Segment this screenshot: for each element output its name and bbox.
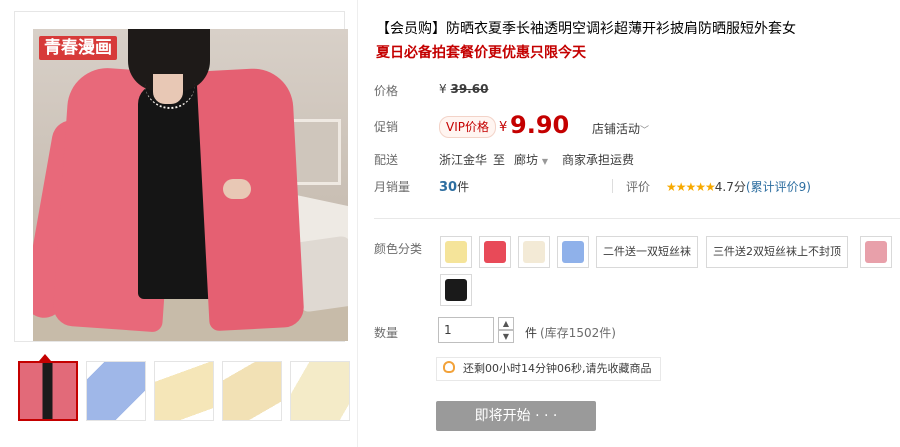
main-image-frame: 青春漫画 xyxy=(14,11,348,342)
store-activity-label: 店铺活动 xyxy=(592,122,641,136)
ship-from: 浙江金华 xyxy=(439,153,488,167)
color-option-blue[interactable] xyxy=(557,236,589,268)
chevron-down-icon: ▼ xyxy=(541,157,548,166)
delivery-label: 配送 xyxy=(374,153,399,167)
product-info-panel: 【会员购】防晒衣夏季长袖透明空调衫超薄开衫披肩防晒服短外套女 夏日必备拍套餐价更… xyxy=(374,0,900,447)
color-option-red[interactable] xyxy=(479,236,511,268)
sales-count: 30 xyxy=(439,180,458,195)
sales-unit: 件 xyxy=(457,180,470,194)
ship-to-city: 廊坊 xyxy=(514,153,539,167)
monthly-sales-label: 月销量 xyxy=(374,180,411,194)
thumbnail-2[interactable] xyxy=(86,361,146,421)
product-gallery: 青春漫画 xyxy=(0,0,357,447)
price-label: 价格 xyxy=(374,84,399,98)
promo-price: 9.90 xyxy=(510,111,570,139)
thumbnail-image xyxy=(155,362,213,420)
cardigan-right-panel xyxy=(196,66,305,332)
currency-symbol: ¥ xyxy=(439,82,447,96)
product-title: 【会员购】防晒衣夏季长袖透明空调衫超薄开衫披肩防晒服短外套女 xyxy=(376,21,796,37)
thumbnail-image xyxy=(291,362,349,420)
thumbnail-image xyxy=(87,362,145,420)
monthly-sales: 30件 xyxy=(439,178,469,195)
product-subtitle: 夏日必备拍套餐价更优惠只限今天 xyxy=(376,45,586,61)
thumbnail-image xyxy=(20,363,76,419)
section-divider xyxy=(374,218,900,219)
swatch-image xyxy=(865,241,887,263)
thumbnail-4[interactable] xyxy=(222,361,282,421)
countdown-text: 还剩00小时14分钟06秒,请先收藏商品 xyxy=(463,362,652,375)
shipping-note: 商家承担运费 xyxy=(562,153,635,167)
countdown-notice: 还剩00小时14分钟06秒,请先收藏商品 xyxy=(436,357,661,381)
bundle-option-2[interactable]: 二件送一双短丝袜 xyxy=(596,236,698,268)
swatch-image xyxy=(445,279,467,301)
stock-count: (库存1502件) xyxy=(540,326,616,340)
swatch-image xyxy=(484,241,506,263)
color-option-pink[interactable] xyxy=(860,236,892,268)
store-activity-dropdown[interactable]: 店铺活动﹀ xyxy=(592,120,649,137)
original-price-value: 39.60 xyxy=(450,82,489,96)
color-option-yellow[interactable] xyxy=(440,236,472,268)
swatch-image xyxy=(562,241,584,263)
main-product-image[interactable]: 青春漫画 xyxy=(33,29,348,341)
currency-symbol: ¥ xyxy=(499,120,508,135)
rating: ★★★★★4.7分(累计评价9) xyxy=(666,178,811,195)
swatch-image xyxy=(523,241,545,263)
thumbnail-strip xyxy=(14,354,357,427)
quantity-input[interactable]: 1 xyxy=(438,317,494,343)
review-count-link[interactable]: (累计评价9) xyxy=(746,180,811,194)
thumbnail-1[interactable] xyxy=(18,361,78,421)
active-thumbnail-arrow xyxy=(39,354,51,361)
rating-value: 4.7分 xyxy=(714,180,746,194)
vip-price-badge: VIP价格 xyxy=(439,116,496,138)
thumbnail-3[interactable] xyxy=(154,361,214,421)
ship-to-word: 至 xyxy=(493,153,506,167)
rating-label: 评价 xyxy=(626,180,651,194)
bundle-option-3[interactable]: 三件送2双短丝袜上不封顶 xyxy=(706,236,848,268)
star-rating-icon: ★★★★★ xyxy=(666,180,716,194)
delivery-row: 配送 浙江金华 至 廊坊 ▼ 商家承担运费 xyxy=(374,151,900,169)
price-row: 价格 ¥ 39.60 xyxy=(374,82,900,100)
quantity-increase-button[interactable]: ▲ xyxy=(498,317,514,330)
model-hand xyxy=(223,179,251,199)
divider xyxy=(612,179,613,193)
color-label: 颜色分类 xyxy=(374,242,423,256)
quantity-unit: 件 xyxy=(525,326,538,340)
lightbulb-icon xyxy=(443,361,455,373)
thumbnail-image xyxy=(223,362,281,420)
promo-row: 促销 VIP价格 ¥ 9.90 店铺活动﹀ xyxy=(374,111,900,140)
color-option-black[interactable] xyxy=(440,274,472,306)
promo-label: 促销 xyxy=(374,120,399,134)
original-price: ¥ 39.60 xyxy=(439,82,488,96)
thumbnail-5[interactable] xyxy=(290,361,350,421)
column-divider xyxy=(357,0,358,447)
quantity-label: 数量 xyxy=(374,326,399,340)
color-option-beige[interactable] xyxy=(518,236,550,268)
chevron-down-icon: ﹀ xyxy=(640,126,650,136)
ship-to-selector[interactable]: 廊坊 ▼ xyxy=(514,151,548,168)
swatch-image xyxy=(445,241,467,263)
quantity-decrease-button[interactable]: ▼ xyxy=(498,330,514,343)
sales-row: 月销量 30件 评价 ★★★★★4.7分(累计评价9) xyxy=(374,178,900,196)
watermark-label: 青春漫画 xyxy=(39,36,117,60)
coming-soon-button[interactable]: 即将开始 · · · xyxy=(436,401,596,431)
